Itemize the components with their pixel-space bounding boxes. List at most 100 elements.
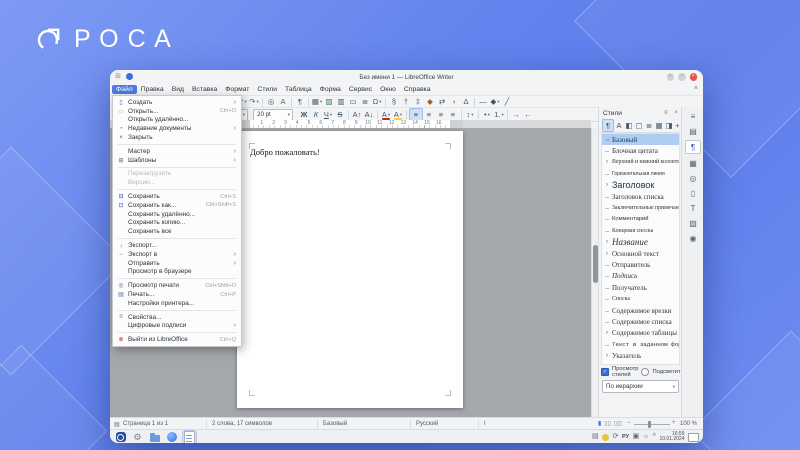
menu-new[interactable]: ▯Создать› xyxy=(113,98,241,107)
menu-preview-browser[interactable]: Просмотр в браузере xyxy=(113,268,241,277)
style-item[interactable]: Содержимое врезки xyxy=(602,305,679,316)
style-item[interactable]: ›Название xyxy=(602,237,679,248)
tray-security-icon[interactable] xyxy=(602,434,609,441)
increase-indent-icon[interactable]: → xyxy=(510,109,522,120)
bullet-list-icon[interactable]: •▾ xyxy=(481,109,493,120)
menu-printer-settings[interactable]: Настройки принтера... xyxy=(113,299,241,308)
menubar-item[interactable]: Окно xyxy=(376,85,400,94)
expander-icon[interactable]: › xyxy=(604,251,610,257)
style-item[interactable]: Комментарий xyxy=(602,214,679,225)
zoom-in-button[interactable]: + xyxy=(672,420,676,426)
numbered-list-icon[interactable]: 1.▾ xyxy=(493,109,505,120)
style-item[interactable]: Подпись xyxy=(602,271,679,282)
subscript-icon[interactable]: A↓ xyxy=(363,109,375,120)
status-page-style[interactable]: Базовый xyxy=(323,421,347,427)
gallery-tab-icon[interactable]: ▦ xyxy=(686,157,700,169)
menubar-item[interactable]: Формат xyxy=(221,85,253,94)
menu-wizard[interactable]: Мастер› xyxy=(113,147,241,156)
table-styles-icon[interactable]: ▦ xyxy=(654,120,664,131)
zoom-out-button[interactable]: − xyxy=(627,420,631,426)
style-item[interactable]: Содержимое списка xyxy=(602,316,679,327)
zoom-slider-thumb[interactable] xyxy=(648,421,651,428)
expander-icon[interactable]: › xyxy=(604,330,610,336)
style-item[interactable]: ›Основной текст xyxy=(602,248,679,259)
status-page[interactable]: Страница 1 из 1 xyxy=(123,421,168,427)
paragraph-styles-icon[interactable]: ¶ xyxy=(602,119,614,132)
style-item[interactable]: ›Базовый xyxy=(602,134,679,145)
line-spacing-icon[interactable]: ↕▾ xyxy=(464,109,476,120)
menu-recent[interactable]: ◔Недавние документы› xyxy=(113,124,241,133)
style-item[interactable]: Заголовок списка xyxy=(602,191,679,202)
menu-export-as[interactable]: →Экспорт в› xyxy=(113,250,241,259)
find-replace-icon[interactable]: ◎ xyxy=(265,97,277,108)
tray-expand-icon[interactable]: ^ xyxy=(653,432,656,442)
special-character-icon[interactable]: Ω▾ xyxy=(371,97,383,108)
style-item[interactable]: Горизонтальная линия xyxy=(602,168,679,179)
align-right-icon[interactable]: ≡ xyxy=(435,109,447,120)
menu-save[interactable]: ⊟СохранитьCtrl+S xyxy=(113,192,241,201)
cross-reference-icon[interactable]: ⇄ xyxy=(436,97,448,108)
close-document-icon[interactable]: × xyxy=(694,85,698,92)
browser-app-icon[interactable] xyxy=(165,431,178,443)
style-inspector-tab-icon[interactable]: T xyxy=(686,202,700,214)
menubar-item[interactable]: Файл xyxy=(112,85,137,94)
status-wordcount[interactable]: 2 слова, 17 символов xyxy=(212,421,272,427)
list-styles-icon[interactable]: ≣ xyxy=(644,120,654,131)
zoom-slider[interactable] xyxy=(634,424,670,425)
endnote-icon[interactable]: ‡ xyxy=(412,97,424,108)
window-grid-icon[interactable]: ⊞ xyxy=(115,73,122,80)
page-styles-icon[interactable]: ▢ xyxy=(634,120,644,131)
menu-save-all[interactable]: Сохранить все xyxy=(113,227,241,236)
menubar-item[interactable]: Стили xyxy=(253,85,281,94)
redo-icon[interactable]: ↷▾ xyxy=(248,97,260,108)
menu-export[interactable]: ↓Экспорт... xyxy=(113,241,241,250)
insert-chart-icon[interactable]: ▥ xyxy=(335,97,347,108)
insert-image-icon[interactable]: ▨ xyxy=(323,97,335,108)
menu-send[interactable]: Отправить› xyxy=(113,259,241,268)
status-insert-mode[interactable]: I xyxy=(484,421,486,427)
style-item[interactable]: Получатель xyxy=(602,282,679,293)
bold-icon[interactable]: Ж xyxy=(298,109,310,120)
tray-updates-icon[interactable]: ⟳ xyxy=(613,432,619,442)
show-desktop-button[interactable] xyxy=(688,433,699,442)
menubar-item[interactable]: Форма xyxy=(316,85,345,94)
page-break-icon[interactable]: ≣ xyxy=(359,97,371,108)
bookmark-icon[interactable]: ◆ xyxy=(424,97,436,108)
menu-open-remote[interactable]: Открыть удалённо... xyxy=(113,116,241,125)
menu-print[interactable]: ▤Печать...Ctrl+P xyxy=(113,290,241,299)
menubar-item[interactable]: Вставка xyxy=(188,85,221,94)
insert-table-icon[interactable]: ▦▾ xyxy=(311,97,323,108)
strikethrough-icon[interactable]: S xyxy=(334,109,346,120)
deck-close-icon[interactable]: × xyxy=(670,110,678,116)
footnote-icon[interactable]: † xyxy=(400,97,412,108)
sidebar-menu-icon[interactable]: ≡ xyxy=(686,110,700,122)
formatting-marks-icon[interactable]: ¶ xyxy=(294,97,306,108)
styles-tab-icon[interactable]: ¶ xyxy=(685,140,701,154)
highlight-color-icon[interactable]: А▾ xyxy=(392,109,404,120)
find-tab-icon[interactable]: ◉ xyxy=(686,232,700,244)
expander-icon[interactable]: › xyxy=(604,239,610,245)
keyboard-layout-indicator[interactable]: РУ xyxy=(622,434,629,440)
frame-styles-icon[interactable]: ◧ xyxy=(624,120,634,131)
freeform-line-icon[interactable]: ╱ xyxy=(501,97,513,108)
menu-save-copy[interactable]: Сохранить копию... xyxy=(113,219,241,228)
expander-icon[interactable]: › xyxy=(604,159,610,165)
style-item[interactable]: Концевая сноска xyxy=(602,225,679,236)
files-app-icon[interactable] xyxy=(148,431,161,443)
minimize-button[interactable]: – xyxy=(667,73,675,81)
comment-icon[interactable]: ◖ xyxy=(448,97,460,108)
menubar-item[interactable]: Вид xyxy=(168,85,188,94)
document-page[interactable]: Добро пожаловать! xyxy=(237,131,463,408)
tray-document-icon[interactable]: ▤ xyxy=(592,432,599,442)
menu-print-preview[interactable]: ◎Просмотр печатиCtrl+Shift+O xyxy=(113,281,241,290)
character-styles-icon[interactable]: A xyxy=(614,120,624,131)
expander-icon[interactable]: › xyxy=(604,182,610,188)
style-filter-select[interactable]: По иерархии ▾ xyxy=(602,380,679,393)
manage-changes-tab-icon[interactable]: ▨ xyxy=(686,217,700,229)
font-color-icon[interactable]: А▾ xyxy=(380,109,392,120)
menu-templates[interactable]: ⊞Шаблоны› xyxy=(113,156,241,165)
menubar-item[interactable]: Таблица xyxy=(281,85,316,94)
status-language[interactable]: Русский xyxy=(416,421,438,427)
menubar-item[interactable]: Правка xyxy=(137,85,168,94)
taskbar-clock[interactable]: 16:55 10.01.2024 xyxy=(659,432,684,442)
